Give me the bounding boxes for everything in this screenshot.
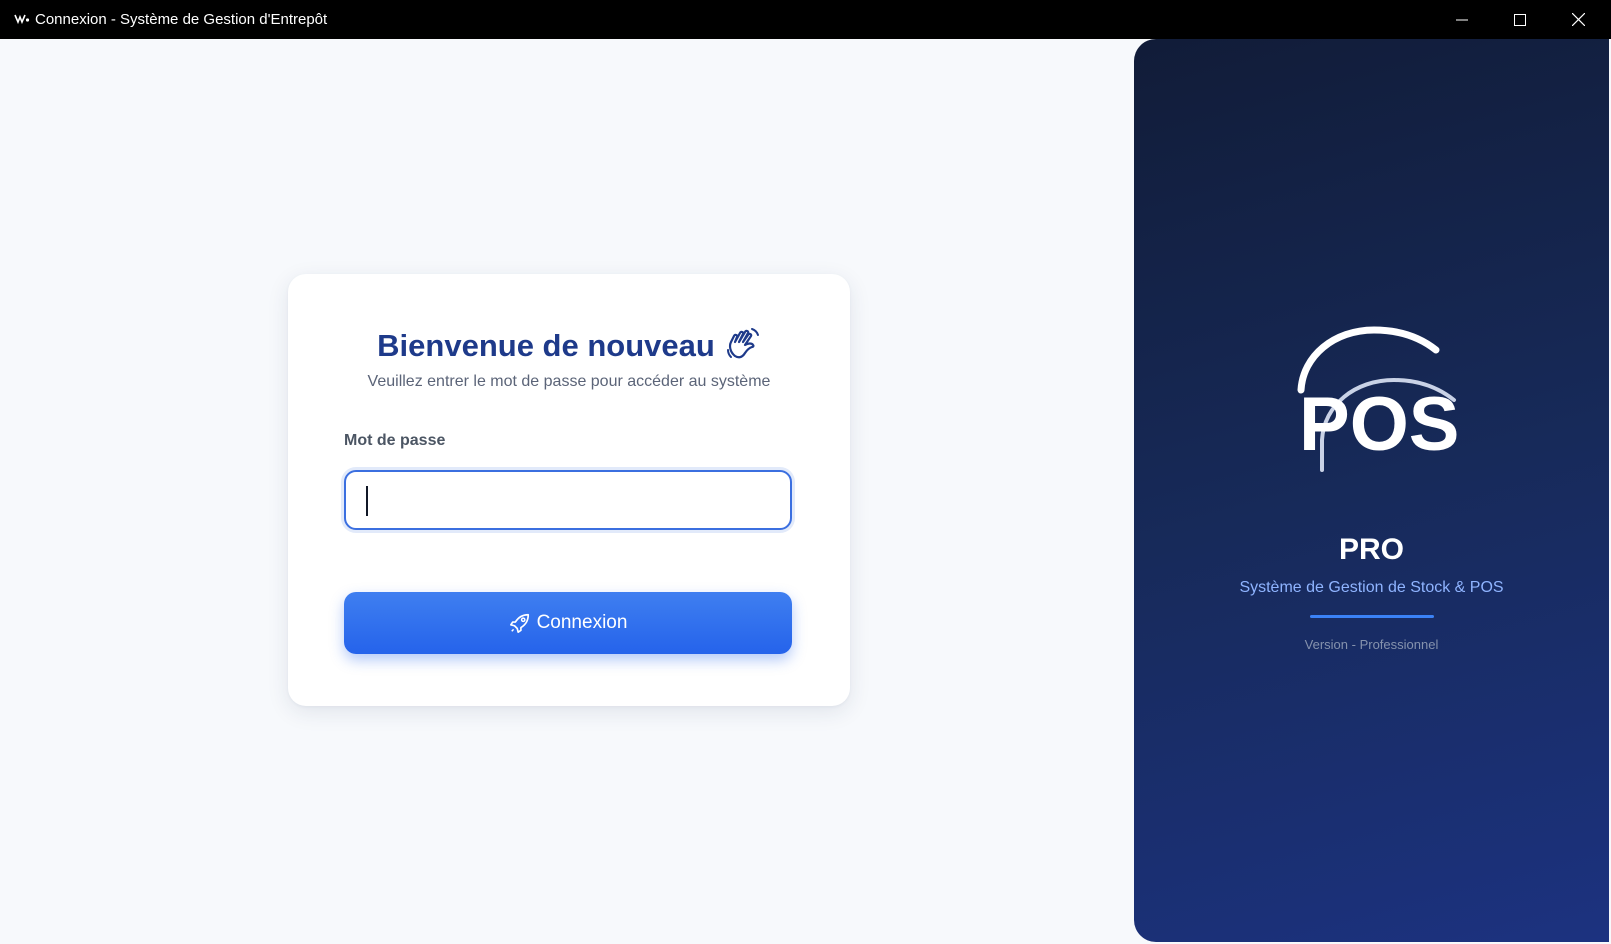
waving-hand-icon (726, 328, 759, 359)
logo-text: POS (1299, 382, 1460, 467)
app-window: Connexion - Système de Gestion d'Entrepô… (0, 0, 1611, 944)
title-bar[interactable]: Connexion - Système de Gestion d'Entrepô… (0, 0, 1611, 39)
close-icon (1571, 13, 1585, 26)
minimize-icon (1456, 19, 1468, 20)
version-label: Version - Professionnel (1304, 637, 1439, 652)
app-icon (14, 14, 30, 25)
login-button-label: Connexion (536, 612, 628, 633)
login-card: Bienvenue de nouveau Veuillez entrer le … (288, 274, 850, 706)
minimize-button[interactable] (1433, 0, 1491, 39)
heading-text: Bienvenue de nouveau (377, 328, 715, 363)
close-button[interactable] (1549, 0, 1607, 39)
product-name: PRO (1338, 533, 1404, 566)
maximize-icon (1514, 13, 1526, 26)
page-title: Bienvenue de nouveau (288, 326, 850, 366)
window-title: Connexion - Système de Gestion d'Entrepô… (35, 11, 328, 28)
password-field[interactable] (344, 470, 792, 530)
pos-logo: POS (1297, 326, 1460, 472)
password-label: Mot de passe (344, 432, 446, 449)
divider (1310, 615, 1434, 618)
subtitle: Veuillez entrer le mot de passe pour acc… (367, 373, 771, 390)
brand-panel: POS PRO Système de Gestion de Stock & PO… (1134, 39, 1609, 942)
login-button[interactable]: Connexion (344, 592, 792, 654)
text-caret (366, 486, 368, 516)
tagline: Système de Gestion de Stock & POS (1239, 579, 1504, 596)
maximize-button[interactable] (1491, 0, 1549, 39)
main-content: Bienvenue de nouveau Veuillez entrer le … (2, 39, 1609, 942)
rocket-icon (509, 613, 529, 633)
